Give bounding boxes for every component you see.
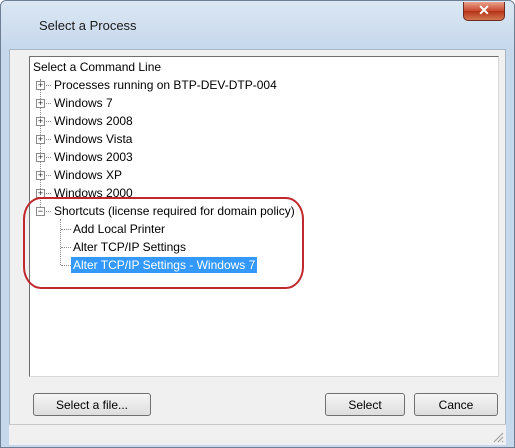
- tree-connector-line: [46, 175, 51, 176]
- select-process-dialog: Select a Process ✕ Select a Command Line…: [0, 0, 515, 448]
- window-title: Select a Process: [39, 18, 137, 33]
- tree-connector-line: [46, 103, 51, 104]
- resize-grip-icon[interactable]: [492, 431, 504, 443]
- tree-node-label: Windows 2008: [54, 114, 133, 128]
- tree-node-label: Windows Vista: [54, 132, 133, 146]
- tree-node-label: Processes running on BTP-DEV-DTP-004: [54, 78, 277, 92]
- expand-icon[interactable]: +: [36, 99, 45, 108]
- tree-root-label: Select a Command Line: [33, 60, 162, 74]
- tree-connector-line: [46, 157, 51, 158]
- annotation-highlight-oval: [23, 197, 304, 289]
- close-icon: ✕: [478, 2, 490, 18]
- tree-node-label: Windows XP: [54, 168, 123, 182]
- tree-connector-line: [46, 139, 51, 140]
- tree-connector-line: [46, 121, 51, 122]
- tree-connector-line: [46, 85, 51, 86]
- expand-icon[interactable]: +: [36, 135, 45, 144]
- tree-node-label: Windows 7: [54, 96, 113, 110]
- expand-icon[interactable]: +: [36, 117, 45, 126]
- cancel-button[interactable]: Cance: [414, 393, 498, 416]
- tree-node-label: Windows 2003: [54, 150, 133, 164]
- close-button[interactable]: ✕: [463, 2, 505, 21]
- expand-icon[interactable]: +: [36, 81, 45, 90]
- expand-icon[interactable]: +: [36, 171, 45, 180]
- tree-connector-line: [46, 193, 51, 194]
- status-bar: [9, 424, 506, 445]
- expand-icon[interactable]: +: [36, 153, 45, 162]
- select-file-button[interactable]: Select a file...: [33, 393, 151, 416]
- title-bar[interactable]: Select a Process ✕: [1, 1, 514, 49]
- select-button[interactable]: Select: [325, 393, 405, 416]
